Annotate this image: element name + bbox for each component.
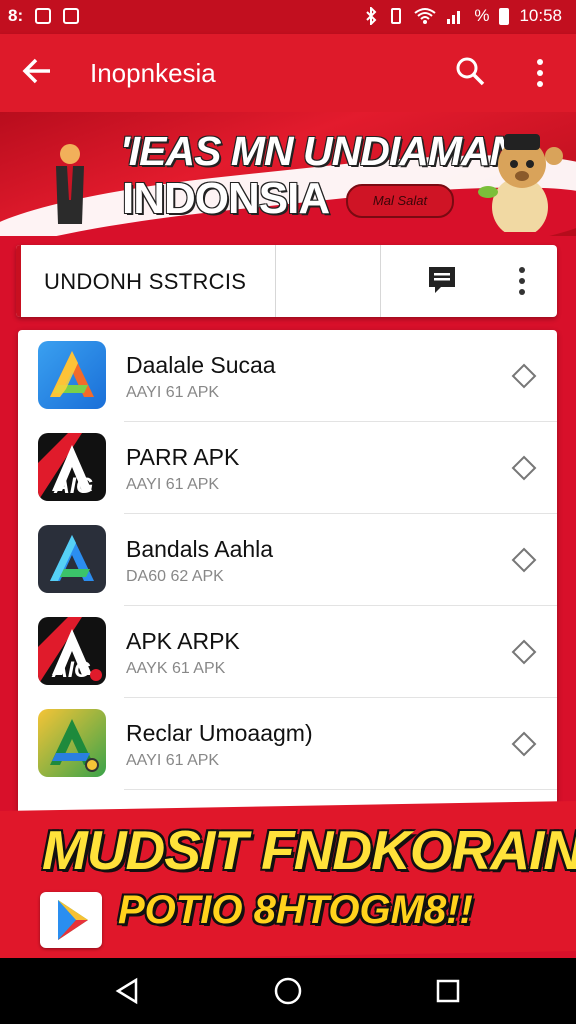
battery-icon <box>499 7 510 25</box>
section-tab-label[interactable]: UNDONH SSTRCIS <box>44 269 246 295</box>
list-item[interactable]: Bandals Aahla DA60 62 APK <box>18 514 557 606</box>
banner-headline-1: 'IEAS MN UNDIAMAN <box>120 128 519 174</box>
app-subtitle: AAYI 61 APK <box>126 384 220 401</box>
status-left-text: 8: <box>8 6 24 25</box>
back-triangle-icon[interactable] <box>112 976 142 1006</box>
blue-a-icon <box>38 525 106 593</box>
status-left: 8: <box>8 6 80 26</box>
app-title: Inopnkesia <box>90 58 216 88</box>
notification-icon <box>35 8 52 24</box>
home-circle-icon[interactable] <box>273 976 303 1006</box>
app-list: Daalale Sucaa AAYI 61 APK AIG PARR APK A… <box>18 330 557 820</box>
search-icon[interactable] <box>455 56 485 86</box>
status-time: 10:58 <box>519 6 562 25</box>
list-item[interactable]: AIC APK ARPK AAYK 61 APK <box>18 606 557 698</box>
green-a-icon <box>38 709 106 777</box>
app-subtitle: AAYK 61 APK <box>126 660 226 677</box>
signal-icon <box>447 11 461 24</box>
battery-percent: % <box>474 6 490 25</box>
divider <box>380 245 381 317</box>
back-arrow-icon[interactable] <box>22 56 52 86</box>
diamond-action-icon[interactable] <box>511 455 537 481</box>
svg-text:AIG: AIG <box>53 473 93 498</box>
vibrate-icon <box>391 8 402 24</box>
chat-icon[interactable] <box>427 265 457 297</box>
app-name: Reclar Umoaagm) <box>126 720 313 746</box>
banner-pill: Mal Salat <box>346 184 454 218</box>
app-name: PARR APK <box>126 444 240 470</box>
list-item[interactable]: Daalale Sucaa AAYI 61 APK <box>18 330 557 422</box>
divider <box>124 789 557 790</box>
app-bar: Inopnkesia <box>0 34 576 112</box>
divider <box>275 245 276 317</box>
app-subtitle: AAYI 61 APK <box>126 476 220 493</box>
promo-subline: POTIO 8HTOGM8!! <box>118 888 473 932</box>
app-name: Bandals Aahla <box>126 536 274 562</box>
prism-a-icon <box>38 341 106 409</box>
promo-banner[interactable]: 'IEAS MN UNDIAMAN INDONSIA Mal Salat <box>0 112 576 236</box>
diamond-action-icon[interactable] <box>511 363 537 389</box>
bluetooth-icon <box>366 7 377 25</box>
play-store-icon <box>40 892 102 948</box>
more-vert-icon[interactable] <box>514 265 530 297</box>
gallery-notification-icon <box>63 8 80 24</box>
app-subtitle: AAYI 61 APK <box>126 752 220 769</box>
promo-overlay[interactable]: MUDSIT FNDKORAIN POTIO 8HTOGM8!! <box>0 800 576 958</box>
wifi-icon <box>414 8 436 24</box>
promo-headline: MUDSIT FNDKORAIN <box>42 819 576 881</box>
diamond-action-icon[interactable] <box>511 547 537 573</box>
app-name: Daalale Sucaa <box>126 352 276 378</box>
app-name: APK ARPK <box>126 628 240 654</box>
section-toolbar: UNDONH SSTRCIS <box>16 245 557 317</box>
list-item[interactable]: AIG PARR APK AAYI 61 APK <box>18 422 557 514</box>
app-subtitle: DA60 62 APK <box>126 568 224 585</box>
system-nav-bar <box>0 958 576 1024</box>
diamond-action-icon[interactable] <box>511 639 537 665</box>
toolbar-accent <box>16 245 21 317</box>
svg-text:AIC: AIC <box>51 657 91 682</box>
list-item[interactable]: Reclar Umoaagm) AAYI 61 APK <box>18 698 557 790</box>
suited-figure-icon <box>56 144 84 224</box>
red-a-icon: AIC <box>38 617 106 685</box>
status-bar: 8: % 10:58 <box>0 0 576 34</box>
red-a-icon: AIG <box>38 433 106 501</box>
status-right: % 10:58 <box>364 6 562 26</box>
diamond-action-icon[interactable] <box>511 731 537 757</box>
more-vert-icon[interactable] <box>530 56 550 90</box>
banner-headline-2: INDONSIA <box>122 174 330 223</box>
recents-square-icon[interactable] <box>433 976 463 1006</box>
mascot-icon <box>478 134 563 232</box>
